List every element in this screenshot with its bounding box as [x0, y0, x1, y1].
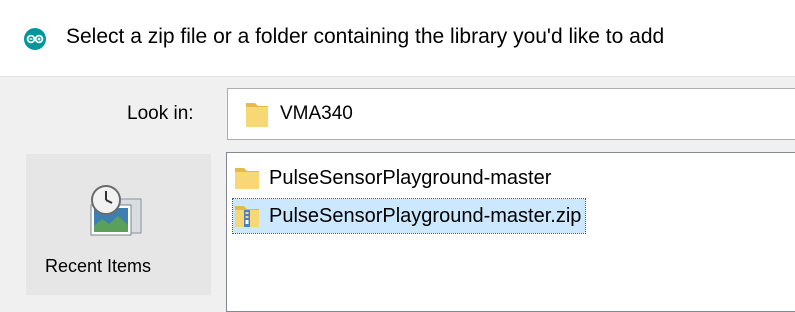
- look-in-combobox[interactable]: VMA340: [227, 88, 795, 140]
- arduino-icon: [24, 28, 46, 50]
- file-list-item[interactable]: PulseSensorPlayground-master: [233, 161, 555, 195]
- folder-icon: [235, 168, 259, 189]
- places-item-label: Recent Items: [45, 256, 152, 276]
- file-list[interactable]: PulseSensorPlayground-master PulseSensor…: [226, 152, 795, 312]
- file-name: PulseSensorPlayground-master: [269, 166, 552, 189]
- look-in-label: Look in:: [127, 103, 194, 124]
- look-in-value: VMA340: [280, 103, 353, 124]
- places-sidebar: Recent Items: [26, 154, 211, 295]
- file-list-item-selected[interactable]: PulseSensorPlayground-master.zip: [231, 198, 587, 234]
- dialog-title: Select a zip file or a folder containing…: [66, 25, 665, 48]
- folder-icon: [246, 103, 268, 127]
- zip-folder-icon: [235, 206, 259, 227]
- file-name: PulseSensorPlayground-master.zip: [269, 204, 582, 227]
- dialog-title-bar: Select a zip file or a folder containing…: [0, 0, 795, 77]
- recent-items-icon: [90, 185, 142, 236]
